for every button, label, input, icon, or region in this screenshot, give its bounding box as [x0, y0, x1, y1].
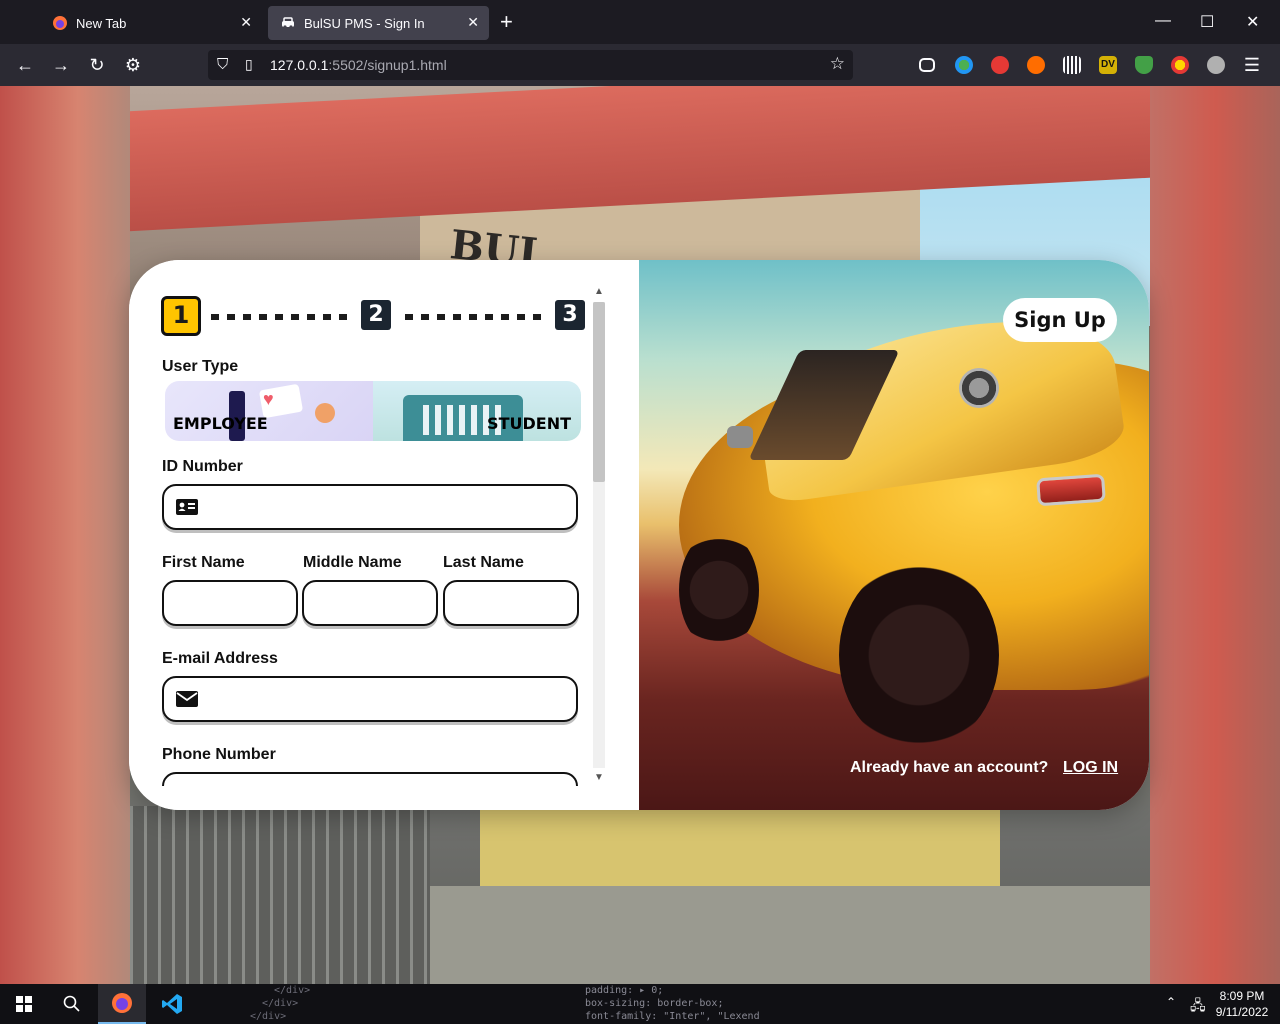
- reload-icon[interactable]: ↻: [85, 54, 109, 76]
- dv-extension-icon[interactable]: DV: [1099, 56, 1117, 74]
- id-number-input[interactable]: [210, 494, 566, 520]
- user-type-selector: ♥ EMPLOYEE STUDENT: [165, 381, 581, 441]
- step-indicator: 1 2 3: [161, 296, 585, 340]
- user-type-employee-label: EMPLOYEE: [173, 414, 268, 433]
- shield-icon[interactable]: ⛉: [217, 56, 228, 73]
- back-icon[interactable]: ←: [13, 54, 37, 76]
- middle-name-label: Middle Name: [303, 554, 402, 571]
- settings-gear-icon[interactable]: ⚙: [121, 54, 145, 76]
- signup-heading-button[interactable]: Sign Up: [1003, 298, 1117, 342]
- user-type-student[interactable]: STUDENT: [373, 381, 581, 441]
- car-rear-wheel-shape: [839, 560, 999, 750]
- scrollbar-thumb[interactable]: [593, 302, 605, 482]
- car-fuel-cap-shape: [959, 368, 999, 408]
- first-name-label: First Name: [162, 554, 245, 571]
- duckduckgo-icon[interactable]: [1027, 56, 1045, 74]
- step-connector: [405, 314, 541, 320]
- extension-icon[interactable]: [955, 56, 973, 74]
- shield-extension-icon[interactable]: [1135, 56, 1153, 74]
- illustration-shape: [315, 403, 335, 423]
- heart-icon: ♥: [263, 389, 274, 409]
- windows-start-icon[interactable]: [0, 984, 48, 1024]
- first-name-field[interactable]: [162, 580, 298, 626]
- lock-extension-icon[interactable]: [991, 56, 1009, 74]
- id-number-label: ID Number: [162, 458, 243, 475]
- phone-field-clip: [159, 770, 583, 786]
- car-icon: [280, 15, 296, 31]
- step-3: 3: [555, 300, 585, 330]
- first-name-input[interactable]: [174, 590, 286, 616]
- tab-title: New Tab: [76, 15, 127, 31]
- step-2: 2: [361, 300, 391, 330]
- windows-taskbar: </div> </div> </div> padding: ▸ 0; box-s…: [0, 984, 1280, 1024]
- middle-name-field[interactable]: [302, 580, 438, 626]
- pocket-icon[interactable]: [919, 58, 935, 72]
- code-editor-peek-left: </div> </div> </div>: [250, 985, 311, 1022]
- middle-name-input[interactable]: [314, 590, 426, 616]
- minimize-icon[interactable]: —: [1155, 12, 1171, 30]
- extension-icon[interactable]: [1171, 56, 1189, 74]
- email-label: E-mail Address: [162, 650, 278, 667]
- id-card-icon: [176, 499, 198, 515]
- taskbar-clock[interactable]: 8:09 PM 9/11/2022: [1212, 988, 1272, 1020]
- url-bar[interactable]: ⛉ ▯ 127.0.0.1:5502/signup1.html ☆: [208, 50, 853, 80]
- phone-input[interactable]: [210, 782, 566, 786]
- tray-chevron-up-icon[interactable]: ⌃: [1166, 995, 1176, 1024]
- menu-hamburger-icon[interactable]: ☰: [1240, 54, 1264, 76]
- signup-card: 1 2 3 User Type ♥ EMPLOYEE STUDENT ID Nu…: [129, 260, 1149, 810]
- id-number-field[interactable]: [162, 484, 578, 530]
- search-icon[interactable]: [48, 984, 96, 1024]
- signup-promo-pane: Sign Up Already have an account? LOG IN: [639, 260, 1149, 810]
- profile-avatar-icon[interactable]: [1207, 56, 1225, 74]
- tab-bulsu-signin[interactable]: BulSU PMS - Sign In ✕: [268, 6, 489, 40]
- already-have-account-text: Already have an account?: [850, 759, 1049, 776]
- email-field[interactable]: [162, 676, 578, 722]
- tab-title: BulSU PMS - Sign In: [304, 15, 425, 31]
- scroll-up-arrow-icon[interactable]: ▲: [591, 284, 607, 300]
- page-viewport: BUL 1 2 3 User Type ♥ EMPLOYEE STUDENT I…: [0, 86, 1280, 984]
- user-type-label: User Type: [162, 358, 239, 375]
- scroll-down-arrow-icon[interactable]: ▼: [591, 770, 607, 786]
- car-taillight-shape: [1036, 473, 1106, 507]
- background-ground: [430, 886, 1150, 984]
- code-editor-peek-right: padding: ▸ 0; box-sizing: border-box; fo…: [585, 985, 760, 1022]
- car-front-wheel-shape: [679, 530, 759, 650]
- user-type-student-label: STUDENT: [487, 414, 571, 433]
- background-left-pillar: [0, 86, 130, 984]
- last-name-input[interactable]: [455, 590, 567, 616]
- background-gate: [130, 806, 430, 984]
- close-tab-icon[interactable]: ✕: [240, 14, 252, 31]
- url-text: 127.0.0.1:5502/signup1.html: [270, 57, 447, 73]
- background-right-pillar: [1150, 86, 1280, 984]
- tab-new-tab[interactable]: New Tab ✕: [40, 6, 262, 40]
- new-tab-button[interactable]: +: [500, 10, 513, 34]
- browser-toolbar: ← → ↻ ⚙ ⛉ ▯ 127.0.0.1:5502/signup1.html …: [0, 44, 1280, 86]
- browser-tabbar: New Tab ✕ BulSU PMS - Sign In ✕ + — ☐ ✕: [0, 0, 1280, 44]
- login-link[interactable]: LOG IN: [1063, 759, 1118, 777]
- maximize-icon[interactable]: ☐: [1200, 12, 1214, 32]
- close-tab-icon[interactable]: ✕: [467, 14, 479, 31]
- close-window-icon[interactable]: ✕: [1246, 12, 1259, 32]
- bookmark-star-icon[interactable]: ☆: [830, 54, 845, 74]
- grid-extension-icon[interactable]: [1063, 56, 1081, 74]
- mail-icon: [176, 691, 198, 707]
- last-name-field[interactable]: [443, 580, 579, 626]
- vscode-taskbar-icon[interactable]: [148, 984, 196, 1024]
- last-name-label: Last Name: [443, 554, 524, 571]
- forward-icon[interactable]: →: [49, 54, 73, 76]
- page-icon: ▯: [245, 56, 253, 72]
- email-input[interactable]: [210, 686, 566, 712]
- phone-field[interactable]: [162, 772, 578, 786]
- firefox-icon: [52, 15, 68, 31]
- firefox-taskbar-icon[interactable]: [98, 984, 146, 1024]
- car-mirror-shape: [727, 426, 753, 448]
- form-scrollbar[interactable]: ▲ ▼: [591, 284, 607, 786]
- step-1: 1: [161, 296, 201, 336]
- phone-label: Phone Number: [162, 746, 276, 763]
- network-icon[interactable]: 🖧: [1190, 995, 1206, 1024]
- signup-form-pane: 1 2 3 User Type ♥ EMPLOYEE STUDENT ID Nu…: [129, 260, 639, 810]
- step-connector: [211, 314, 347, 320]
- user-type-employee[interactable]: ♥ EMPLOYEE: [165, 381, 373, 441]
